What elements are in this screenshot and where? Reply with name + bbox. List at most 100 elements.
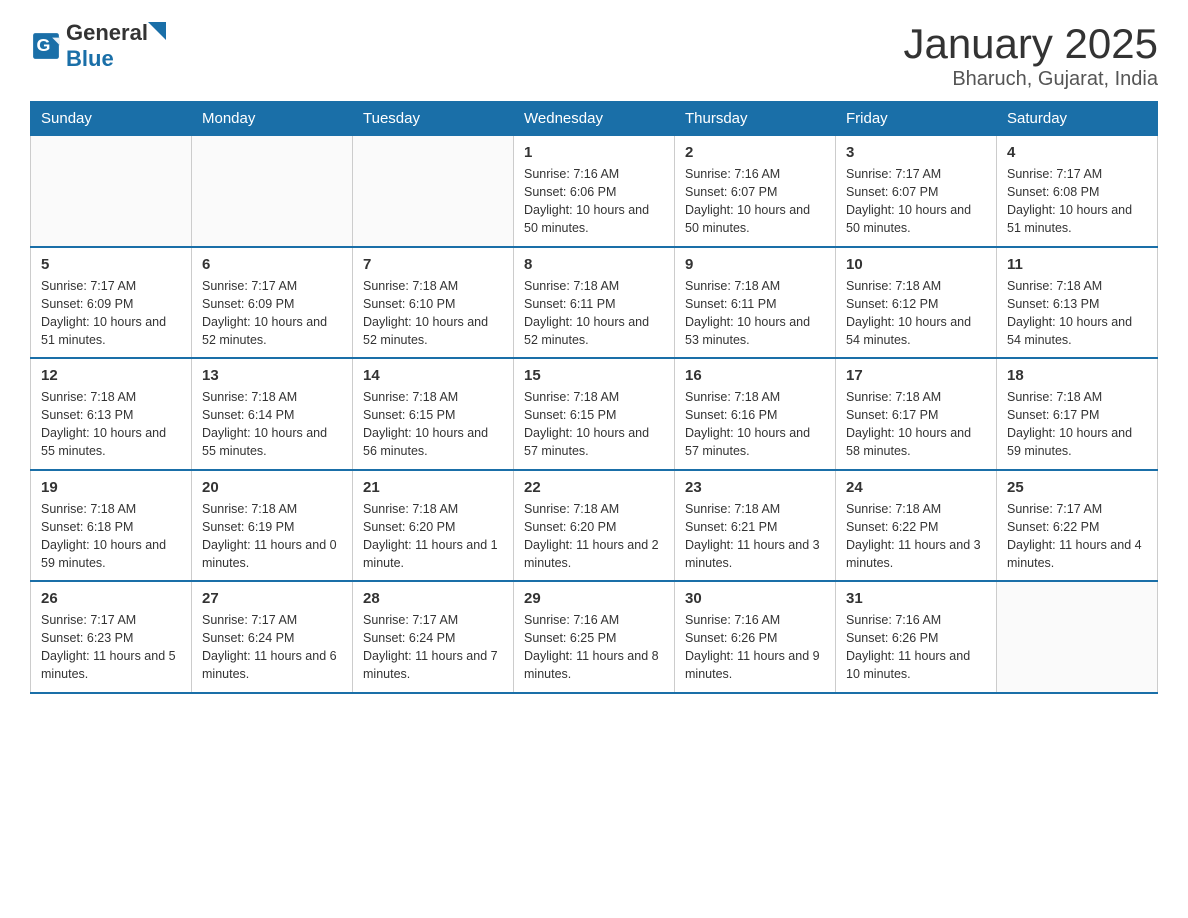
calendar-body: 1Sunrise: 7:16 AM Sunset: 6:06 PM Daylig… [31, 136, 1158, 693]
calendar-cell: 31 Sunrise: 7:16 AM Sunset: 6:26 PM Dayli… [836, 581, 997, 693]
day-number: 12 [41, 367, 181, 384]
calendar-cell: 6Sunrise: 7:17 AM Sunset: 6:09 PM Daylig… [192, 247, 353, 359]
day-number: 9 [685, 256, 825, 273]
col-saturday: Saturday [997, 102, 1158, 136]
day-number: 10 [846, 256, 986, 273]
day-number: 3 [846, 144, 986, 161]
page-subtitle: Bharuch, Gujarat, India [903, 68, 1158, 91]
calendar-cell: 1Sunrise: 7:16 AM Sunset: 6:06 PM Daylig… [514, 136, 675, 247]
day-number: 22 [524, 479, 664, 496]
calendar-cell: 25Sunrise: 7:17 AM Sunset: 6:22 PM Dayli… [997, 470, 1158, 582]
calendar-cell: 14Sunrise: 7:18 AM Sunset: 6:15 PM Dayli… [353, 358, 514, 470]
day-info: Sunrise: 7:16 AM Sunset: 6:06 PM Dayligh… [524, 165, 664, 238]
day-info: Sunrise: 7:16 AM Sunset: 6:25 PM Dayligh… [524, 611, 664, 684]
day-info: Sunrise: 7:18 AM Sunset: 6:20 PM Dayligh… [524, 500, 664, 573]
calendar-cell: 12Sunrise: 7:18 AM Sunset: 6:13 PM Dayli… [31, 358, 192, 470]
day-number: 28 [363, 590, 503, 607]
day-info: Sunrise: 7:18 AM Sunset: 6:10 PM Dayligh… [363, 277, 503, 350]
day-number: 30 [685, 590, 825, 607]
day-number: 20 [202, 479, 342, 496]
calendar-cell: 5 Sunrise: 7:17 AM Sunset: 6:09 PM Daylig… [31, 247, 192, 359]
day-number: 11 [1007, 256, 1147, 273]
day-number: 14 [363, 367, 503, 384]
header-row: Sunday Monday Tuesday Wednesday Thursday… [31, 102, 1158, 136]
calendar-cell: 17Sunrise: 7:18 AM Sunset: 6:17 PM Dayli… [836, 358, 997, 470]
day-number: 8 [524, 256, 664, 273]
day-number: 27 [202, 590, 342, 607]
calendar-cell: 24Sunrise: 7:18 AM Sunset: 6:22 PM Dayli… [836, 470, 997, 582]
day-number: 13 [202, 367, 342, 384]
day-number: 29 [524, 590, 664, 607]
calendar-cell: 2Sunrise: 7:16 AM Sunset: 6:07 PM Daylig… [675, 136, 836, 247]
day-info: Sunrise: 7:17 AM Sunset: 6:08 PM Dayligh… [1007, 165, 1147, 238]
calendar-cell: 9 Sunrise: 7:18 AM Sunset: 6:11 PM Daylig… [675, 247, 836, 359]
day-info: Sunrise: 7:18 AM Sunset: 6:17 PM Dayligh… [846, 388, 986, 461]
calendar-cell: 8 Sunrise: 7:18 AM Sunset: 6:11 PM Daylig… [514, 247, 675, 359]
calendar-week-5: 26 Sunrise: 7:17 AM Sunset: 6:23 PM Dayli… [31, 581, 1158, 693]
day-info: Sunrise: 7:17 AM Sunset: 6:07 PM Dayligh… [846, 165, 986, 238]
day-info: Sunrise: 7:18 AM Sunset: 6:21 PM Dayligh… [685, 500, 825, 573]
calendar-cell [353, 136, 514, 247]
day-info: Sunrise: 7:17 AM Sunset: 6:24 PM Dayligh… [363, 611, 503, 684]
calendar-week-4: 19 Sunrise: 7:18 AM Sunset: 6:18 PM Dayli… [31, 470, 1158, 582]
day-info: Sunrise: 7:18 AM Sunset: 6:17 PM Dayligh… [1007, 388, 1147, 461]
svg-text:G: G [36, 35, 50, 55]
title-block: January 2025 Bharuch, Gujarat, India [903, 20, 1158, 91]
calendar-header: Sunday Monday Tuesday Wednesday Thursday… [31, 102, 1158, 136]
day-number: 26 [41, 590, 181, 607]
calendar-week-3: 12Sunrise: 7:18 AM Sunset: 6:13 PM Dayli… [31, 358, 1158, 470]
calendar-cell: 28 Sunrise: 7:17 AM Sunset: 6:24 PM Dayli… [353, 581, 514, 693]
day-info: Sunrise: 7:17 AM Sunset: 6:24 PM Dayligh… [202, 611, 342, 684]
day-info: Sunrise: 7:17 AM Sunset: 6:09 PM Dayligh… [41, 277, 181, 350]
calendar-cell: 26 Sunrise: 7:17 AM Sunset: 6:23 PM Dayli… [31, 581, 192, 693]
logo-general-text: General [66, 20, 148, 46]
calendar-cell: 10 Sunrise: 7:18 AM Sunset: 6:12 PM Dayli… [836, 247, 997, 359]
day-info: Sunrise: 7:17 AM Sunset: 6:22 PM Dayligh… [1007, 500, 1147, 573]
day-number: 15 [524, 367, 664, 384]
day-number: 19 [41, 479, 181, 496]
day-number: 4 [1007, 144, 1147, 161]
calendar-cell: 3 Sunrise: 7:17 AM Sunset: 6:07 PM Daylig… [836, 136, 997, 247]
calendar-cell: 22 Sunrise: 7:18 AM Sunset: 6:20 PM Dayli… [514, 470, 675, 582]
calendar-cell: 18Sunrise: 7:18 AM Sunset: 6:17 PM Dayli… [997, 358, 1158, 470]
calendar-table: Sunday Monday Tuesday Wednesday Thursday… [30, 101, 1158, 694]
day-info: Sunrise: 7:18 AM Sunset: 6:14 PM Dayligh… [202, 388, 342, 461]
col-thursday: Thursday [675, 102, 836, 136]
day-info: Sunrise: 7:18 AM Sunset: 6:12 PM Dayligh… [846, 277, 986, 350]
day-number: 16 [685, 367, 825, 384]
day-info: Sunrise: 7:18 AM Sunset: 6:15 PM Dayligh… [524, 388, 664, 461]
calendar-cell: 15 Sunrise: 7:18 AM Sunset: 6:15 PM Dayli… [514, 358, 675, 470]
day-info: Sunrise: 7:18 AM Sunset: 6:11 PM Dayligh… [524, 277, 664, 350]
day-number: 31 [846, 590, 986, 607]
calendar-cell [997, 581, 1158, 693]
day-info: Sunrise: 7:18 AM Sunset: 6:11 PM Dayligh… [685, 277, 825, 350]
calendar-cell: 30Sunrise: 7:16 AM Sunset: 6:26 PM Dayli… [675, 581, 836, 693]
day-number: 2 [685, 144, 825, 161]
day-info: Sunrise: 7:16 AM Sunset: 6:26 PM Dayligh… [846, 611, 986, 684]
calendar-cell [192, 136, 353, 247]
day-number: 23 [685, 479, 825, 496]
calendar-cell: 16Sunrise: 7:18 AM Sunset: 6:16 PM Dayli… [675, 358, 836, 470]
day-info: Sunrise: 7:17 AM Sunset: 6:09 PM Dayligh… [202, 277, 342, 350]
day-info: Sunrise: 7:18 AM Sunset: 6:19 PM Dayligh… [202, 500, 342, 573]
calendar-week-1: 1Sunrise: 7:16 AM Sunset: 6:06 PM Daylig… [31, 136, 1158, 247]
col-tuesday: Tuesday [353, 102, 514, 136]
day-info: Sunrise: 7:18 AM Sunset: 6:20 PM Dayligh… [363, 500, 503, 573]
day-info: Sunrise: 7:17 AM Sunset: 6:23 PM Dayligh… [41, 611, 181, 684]
day-info: Sunrise: 7:18 AM Sunset: 6:18 PM Dayligh… [41, 500, 181, 573]
calendar-cell: 23 Sunrise: 7:18 AM Sunset: 6:21 PM Dayli… [675, 470, 836, 582]
calendar-cell: 7 Sunrise: 7:18 AM Sunset: 6:10 PM Daylig… [353, 247, 514, 359]
calendar-cell: 13 Sunrise: 7:18 AM Sunset: 6:14 PM Dayli… [192, 358, 353, 470]
calendar-week-2: 5 Sunrise: 7:17 AM Sunset: 6:09 PM Daylig… [31, 247, 1158, 359]
calendar-cell: 11Sunrise: 7:18 AM Sunset: 6:13 PM Dayli… [997, 247, 1158, 359]
day-info: Sunrise: 7:18 AM Sunset: 6:22 PM Dayligh… [846, 500, 986, 573]
calendar-cell: 21 Sunrise: 7:18 AM Sunset: 6:20 PM Dayli… [353, 470, 514, 582]
day-number: 5 [41, 256, 181, 273]
day-number: 21 [363, 479, 503, 496]
col-sunday: Sunday [31, 102, 192, 136]
logo-arrow-icon [148, 22, 166, 40]
day-number: 7 [363, 256, 503, 273]
col-wednesday: Wednesday [514, 102, 675, 136]
logo-icon: G [32, 32, 60, 60]
calendar-cell: 27 Sunrise: 7:17 AM Sunset: 6:24 PM Dayli… [192, 581, 353, 693]
